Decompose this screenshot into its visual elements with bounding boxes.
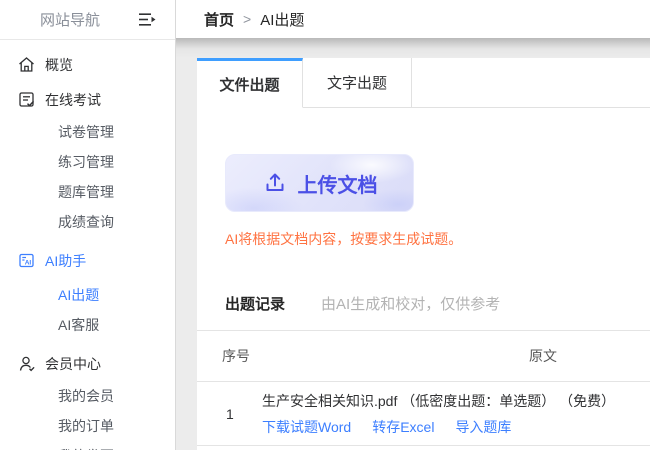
sidebar-item-label: 试卷管理 bbox=[58, 124, 114, 140]
column-header-source: 原文 bbox=[529, 348, 557, 364]
tab-text-question[interactable]: 文字出题 bbox=[303, 58, 412, 108]
sidebar-item-question-bank-management[interactable]: 题库管理 bbox=[0, 177, 175, 207]
column-header-index: 序号 bbox=[222, 348, 250, 364]
records-title: 出题记录 bbox=[225, 296, 286, 313]
table-header: 序号 原文 bbox=[197, 331, 650, 382]
sidebar-menu: 概览 在线考试 试卷管理 练习管理 题库管理 成绩查询 AI AI助手 AI出题… bbox=[0, 40, 175, 450]
tab-filler bbox=[412, 58, 650, 108]
sidebar-item-paper-management[interactable]: 试卷管理 bbox=[0, 117, 175, 147]
ai-assistant-icon: AI bbox=[18, 252, 35, 269]
sidebar-item-clipped[interactable]: 我的发票 bbox=[0, 441, 175, 450]
sidebar-item-label: 题库管理 bbox=[58, 184, 114, 200]
sidebar-item-label: 我的发票 bbox=[58, 446, 114, 450]
records-header: 出题记录 由AI生成和校对，仅供参考 bbox=[197, 293, 650, 331]
breadcrumb-current: AI出题 bbox=[260, 11, 305, 29]
table-row: 1 生产安全相关知识.pdf （低密度出题：单选题） （免费） 下载试题Word… bbox=[197, 382, 650, 446]
export-excel-link[interactable]: 转存Excel bbox=[372, 417, 434, 437]
import-question-bank-link[interactable]: 导入题库 bbox=[455, 417, 511, 437]
sidebar-item-label: 概览 bbox=[45, 56, 73, 73]
sidebar: 网站导航 概览 在线考试 试卷管理 练习管理 题库管理 成绩查询 AI AI助手… bbox=[0, 0, 176, 450]
sidebar-item-my-membership[interactable]: 我的会员 bbox=[0, 381, 175, 411]
download-word-link[interactable]: 下载试题Word bbox=[262, 417, 351, 437]
row-actions: 下载试题Word 转存Excel 导入题库 bbox=[262, 417, 615, 437]
sidebar-item-my-orders[interactable]: 我的订单 bbox=[0, 411, 175, 441]
sidebar-item-label: 我的会员 bbox=[58, 388, 114, 404]
tab-label: 文字出题 bbox=[326, 75, 387, 92]
app-window: 网站导航 概览 在线考试 试卷管理 练习管理 题库管理 成绩查询 AI AI助手… bbox=[0, 0, 650, 450]
records-note: 由AI生成和校对，仅供参考 bbox=[321, 296, 501, 313]
sidebar-item-label: 练习管理 bbox=[58, 154, 114, 170]
sidebar-item-label: 会员中心 bbox=[45, 355, 101, 372]
sidebar-item-label: AI出题 bbox=[58, 287, 100, 303]
ai-tip-text: AI将根据文档内容，按要求生成试题。 bbox=[225, 231, 463, 247]
row-index: 1 bbox=[226, 405, 234, 422]
sidebar-item-online-exam[interactable]: 在线考试 bbox=[0, 82, 175, 117]
upload-button-label: 上传文档 bbox=[297, 174, 378, 197]
home-icon bbox=[18, 56, 35, 73]
tab-bar: 文件出题 文字出题 bbox=[197, 58, 650, 108]
exam-list-icon bbox=[18, 91, 35, 108]
sidebar-item-label: 我的订单 bbox=[58, 418, 114, 434]
breadcrumb-home[interactable]: 首页 bbox=[204, 9, 234, 30]
upload-document-button[interactable]: 上传文档 bbox=[225, 154, 414, 212]
member-icon bbox=[18, 355, 35, 372]
sidebar-item-ai-assistant[interactable]: AI AI助手 bbox=[0, 243, 175, 278]
tab-label: 文件出题 bbox=[219, 76, 280, 94]
tab-file-question[interactable]: 文件出题 bbox=[197, 58, 303, 108]
upload-icon bbox=[262, 170, 288, 196]
sidebar-item-ai-customer-service[interactable]: AI客服 bbox=[0, 310, 175, 340]
sidebar-item-ai-question-generation[interactable]: AI出题 bbox=[0, 280, 175, 310]
sidebar-item-label: AI助手 bbox=[45, 252, 87, 269]
breadcrumb-separator: > bbox=[243, 11, 252, 27]
sidebar-header: 网站导航 bbox=[0, 0, 175, 40]
sidebar-item-overview[interactable]: 概览 bbox=[0, 47, 175, 82]
sidebar-item-label: 成绩查询 bbox=[58, 214, 114, 230]
row-document-title: 生产安全相关知识.pdf （低密度出题：单选题） （免费） bbox=[262, 393, 616, 409]
sidebar-item-label: AI客服 bbox=[58, 317, 100, 333]
breadcrumb: 首页 > AI出题 bbox=[176, 0, 650, 38]
sidebar-item-label: 在线考试 bbox=[45, 91, 101, 108]
sidebar-item-practice-management[interactable]: 练习管理 bbox=[0, 147, 175, 177]
svg-text:AI: AI bbox=[25, 260, 32, 267]
collapse-menu-icon[interactable] bbox=[138, 12, 156, 27]
sidebar-item-score-query[interactable]: 成绩查询 bbox=[0, 207, 175, 237]
content-card: 文件出题 文字出题 上传文档 AI将根据文档内容，按要求生成试题。 出题记录 由… bbox=[197, 58, 650, 450]
main-area: 首页 > AI出题 文件出题 文字出题 上传文档 AI将根据文档内容，按要求生成… bbox=[176, 0, 650, 450]
topbar-shadow bbox=[176, 38, 650, 58]
sidebar-item-member-center[interactable]: 会员中心 bbox=[0, 346, 175, 381]
sidebar-title: 网站导航 bbox=[40, 12, 101, 29]
